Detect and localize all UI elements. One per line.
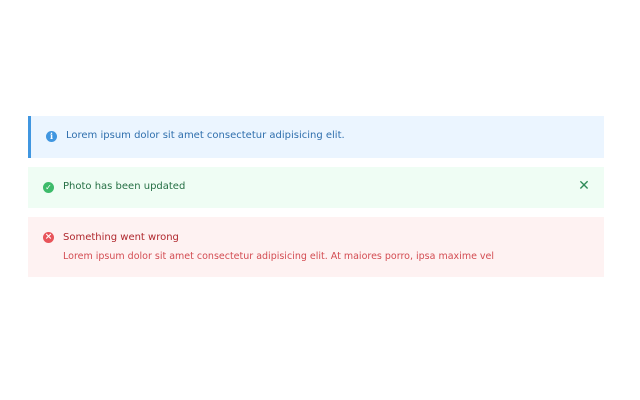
- error-alert-description: Lorem ipsum dolor sit amet consectetur a…: [63, 251, 495, 262]
- x-circle-icon: ×: [43, 232, 54, 243]
- error-alert: × Something went wrong Lorem ipsum dolor…: [28, 217, 604, 277]
- info-icon: i: [46, 131, 57, 142]
- success-alert: ✓ Photo has been updated ✕: [28, 167, 604, 208]
- alerts-container: i Lorem ipsum dolor sit amet consectetur…: [28, 116, 604, 286]
- check-circle-icon: ✓: [43, 182, 54, 193]
- close-icon[interactable]: ✕: [577, 179, 591, 193]
- error-alert-title: Something went wrong: [63, 232, 179, 243]
- info-alert: i Lorem ipsum dolor sit amet consectetur…: [28, 116, 604, 158]
- info-alert-message: Lorem ipsum dolor sit amet consectetur a…: [66, 130, 345, 141]
- success-alert-message: Photo has been updated: [63, 181, 186, 192]
